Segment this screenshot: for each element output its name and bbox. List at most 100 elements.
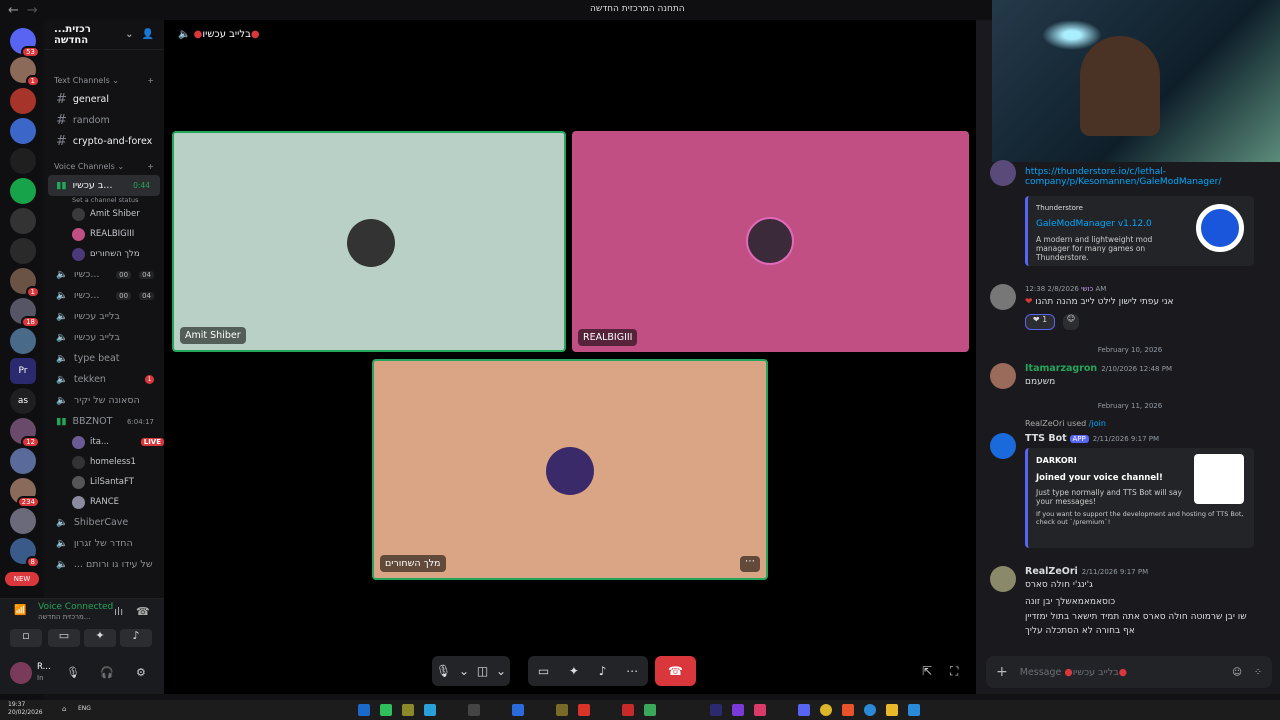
taskbar-app-icon[interactable] [556, 704, 568, 716]
new-badge[interactable]: NEW [5, 572, 39, 586]
screen-share-button[interactable]: ▭ [48, 629, 80, 647]
premiere-icon[interactable]: Pr [10, 358, 36, 384]
add-channel-icon[interactable]: + [147, 76, 154, 85]
forward-arrow-icon[interactable]: → [27, 3, 38, 18]
voice-user[interactable]: מלך השחורים [44, 244, 164, 264]
avatar[interactable] [990, 433, 1016, 459]
voice-connected-label[interactable]: Voice Connected [38, 602, 113, 612]
activities-button[interactable]: ✦ [84, 629, 116, 647]
avatar[interactable] [10, 662, 32, 684]
voice-channel[interactable]: 🔈 כשיו... 00 04 [44, 264, 164, 285]
taskbar-app-icon[interactable] [358, 704, 370, 716]
voice-channel[interactable]: 🔈 בלייב עכשיו [44, 327, 164, 348]
apps-icon[interactable]: ⁘ [1254, 667, 1262, 678]
voice-channel[interactable]: ▮▮ BBZNOT 6:04:17 [44, 411, 164, 432]
screen-share-icon[interactable]: ▭ [538, 664, 549, 678]
channel-random[interactable]: # random [44, 110, 164, 131]
chevron-down-icon[interactable]: ⌄ [496, 664, 506, 678]
avatar[interactable] [990, 363, 1016, 389]
disconnect-button[interactable]: ☎ [655, 656, 696, 686]
server-icon[interactable]: 53 [10, 28, 40, 58]
taskbar-app-icon[interactable] [380, 704, 392, 716]
mic-icon[interactable]: 🎙 [436, 664, 451, 678]
voice-channel[interactable]: 🔈 ShiberCave [44, 512, 164, 533]
message-input[interactable]: + Message ● בלייב עכשיו ● ☺ ⁘ [986, 656, 1272, 688]
popout-icon[interactable]: ⇱ [922, 664, 932, 678]
wifi-icon[interactable]: ⌂ [62, 705, 66, 713]
mic-control[interactable]: 🎙 ⌄ ◫ ⌄ [432, 656, 510, 686]
chevron-down-icon[interactable]: ⌄ [125, 29, 133, 40]
taskbar-app-icon[interactable] [402, 704, 414, 716]
server-icon[interactable] [10, 328, 36, 354]
server-icon[interactable]: 18 [10, 298, 40, 328]
language-indicator[interactable]: ENG [78, 705, 91, 712]
avatar[interactable] [990, 160, 1016, 186]
server-icon[interactable] [10, 88, 36, 114]
taskbar-app-icon[interactable] [644, 704, 656, 716]
taskbar-app-icon[interactable] [732, 704, 744, 716]
noise-icon[interactable]: ılı [114, 605, 123, 618]
activity-controls[interactable]: ▭ ✦ ♪ ⋯ [528, 656, 648, 686]
voice-channel[interactable]: 🔈 tekken 1 [44, 369, 164, 390]
server-icon[interactable] [10, 208, 36, 234]
taskbar-app-icon[interactable] [622, 704, 634, 716]
taskbar-explorer-icon[interactable] [886, 704, 898, 716]
category-text[interactable]: Text Channels ⌄ + [44, 72, 164, 89]
more-options-icon[interactable]: ⋯ [740, 556, 760, 572]
emoji-icon[interactable]: ☺ [1232, 667, 1242, 678]
channel-status-hint[interactable]: Set a channel status [44, 196, 164, 204]
voice-user[interactable]: Amit Shiber [44, 204, 164, 224]
gear-icon[interactable]: ⚙ [136, 666, 146, 679]
voice-channel[interactable]: 🔈 בלייב עכשיו [44, 306, 164, 327]
taskbar-app-icon[interactable] [512, 704, 524, 716]
server-icon[interactable]: 1 [10, 57, 40, 87]
category-voice[interactable]: Voice Channels ⌄ + [44, 158, 164, 175]
taskbar-app-icon[interactable] [424, 704, 436, 716]
server-icon[interactable]: 234 [10, 478, 40, 508]
voice-connected-sub[interactable]: מרכזית החדשה... [38, 613, 90, 621]
taskbar-edge-icon[interactable] [864, 704, 876, 716]
voice-channel[interactable]: 🔈 החדר של זגרון [44, 533, 164, 554]
soundboard-icon[interactable]: ♪ [599, 664, 607, 678]
soundboard-button[interactable]: ♪ [120, 629, 152, 647]
participant-tile[interactable]: Amit Shiber [172, 131, 566, 352]
server-icon[interactable] [10, 448, 36, 474]
reaction-heart[interactable]: ❤ 1 [1025, 314, 1055, 330]
taskbar-app-icon[interactable] [842, 704, 854, 716]
avatar[interactable] [990, 284, 1016, 310]
add-user-icon[interactable]: 👤 [142, 29, 154, 40]
taskbar-app-icon[interactable] [710, 704, 722, 716]
reply-reference[interactable]: RealZeOri used /join [1025, 419, 1265, 428]
taskbar-app-icon[interactable] [578, 704, 590, 716]
server-icon[interactable]: 1 [10, 268, 40, 298]
disconnect-icon[interactable]: ☎ [136, 605, 150, 618]
activities-icon[interactable]: ✦ [569, 664, 579, 678]
server-icon[interactable] [10, 118, 36, 144]
add-reaction-icon[interactable]: ☺ [1063, 314, 1079, 330]
voice-channel[interactable]: 🔈 type beat [44, 348, 164, 369]
taskbar-chrome-icon[interactable] [820, 704, 832, 716]
voice-channel[interactable]: 🔈... של עידו גו ורותם [44, 554, 164, 575]
clock[interactable]: 19:37 20/02/2026 [8, 701, 43, 717]
message-link[interactable]: https://thunderstore.io/c/lethal-company… [1025, 167, 1265, 187]
voice-user[interactable]: RANCE [44, 492, 164, 512]
server-icon[interactable]: 12 [10, 418, 40, 448]
voice-user[interactable]: REALBIGIII [44, 224, 164, 244]
voice-channel[interactable]: 🔈 הסאונה של יקיר [44, 390, 164, 411]
voice-user[interactable]: LilSantaFT [44, 472, 164, 492]
channel-crypto[interactable]: # crypto-and-forex [44, 131, 164, 152]
server-icon[interactable] [10, 148, 36, 174]
taskbar-app-icon[interactable] [468, 704, 480, 716]
more-icon[interactable]: ⋯ [626, 664, 638, 678]
channel-general[interactable]: # general [44, 89, 164, 110]
taskbar-discord-icon[interactable] [798, 704, 810, 716]
participant-tile[interactable]: מלך השחורים ⋯ [372, 359, 768, 580]
server-icon[interactable] [10, 238, 36, 264]
server-icon[interactable]: as [10, 388, 36, 414]
server-icon[interactable] [10, 508, 36, 534]
participant-tile[interactable]: REALBIGIII [572, 131, 969, 352]
chevron-down-icon[interactable]: ⌄ [459, 664, 469, 678]
add-attachment-icon[interactable]: + [996, 664, 1008, 680]
camera-off-button[interactable]: ▫ [10, 629, 42, 647]
headphones-icon[interactable]: 🎧 [100, 666, 114, 679]
